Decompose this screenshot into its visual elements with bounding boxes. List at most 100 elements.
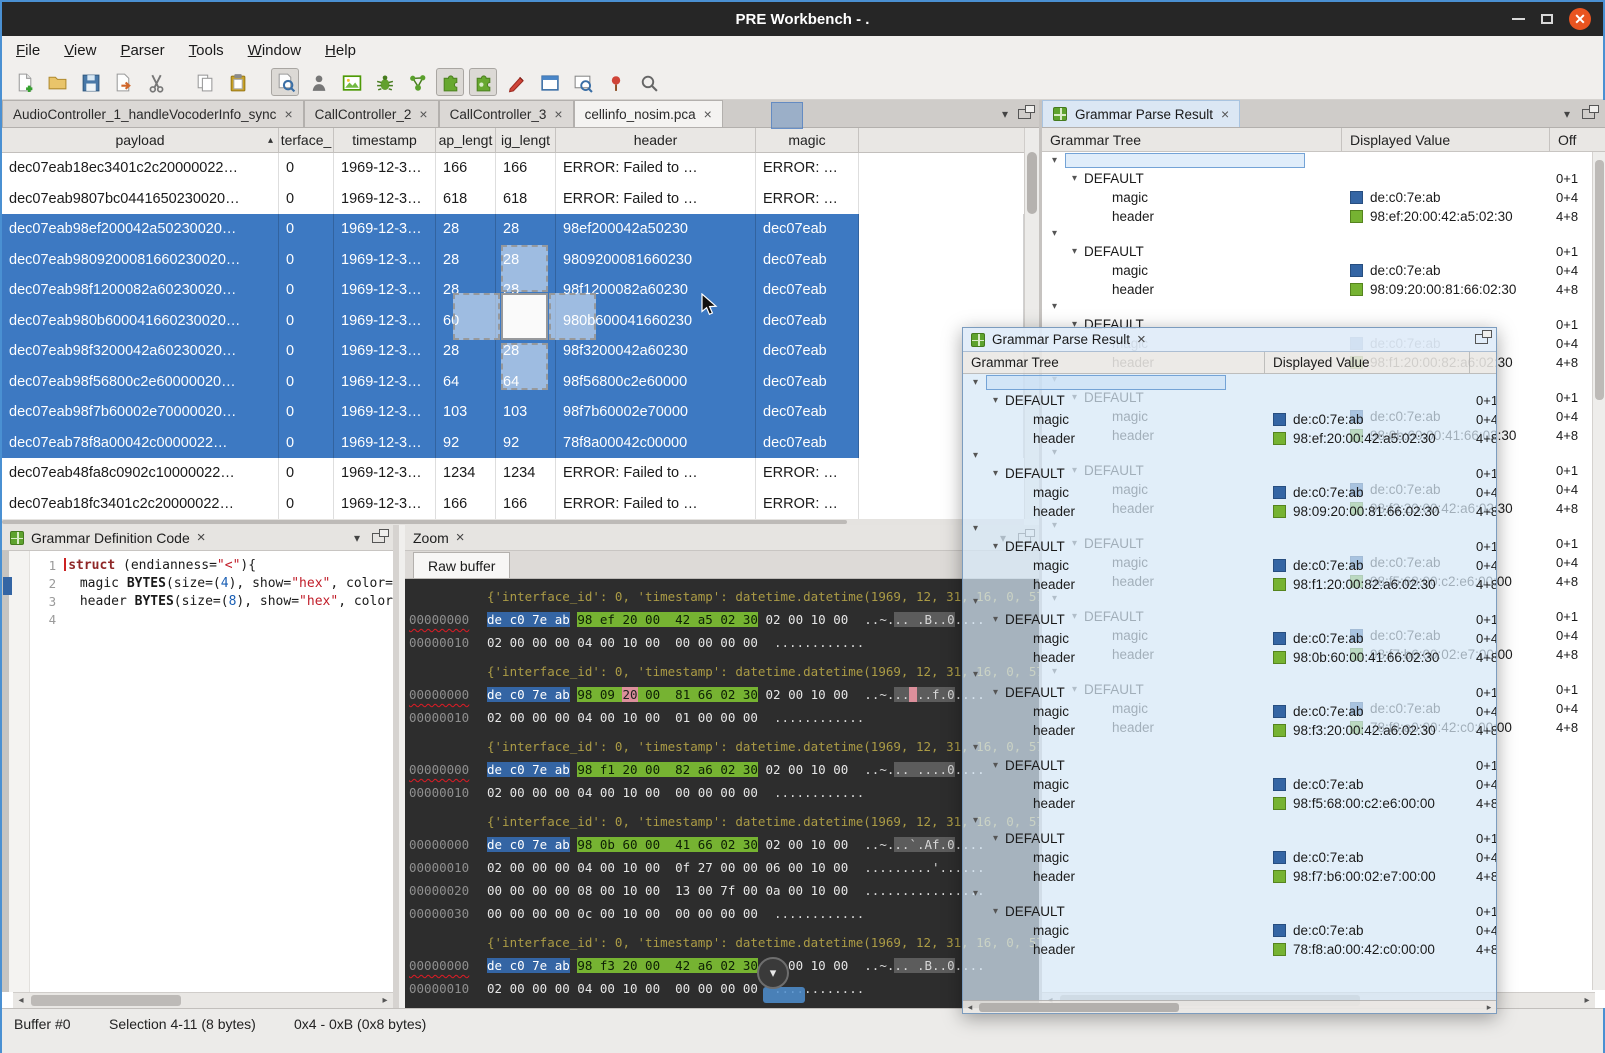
hex-line[interactable]: 00000000 de c0 7e ab 98 ef 20 00 42 a5 0… <box>409 608 1039 631</box>
column-header-interface[interactable]: terface_ <box>279 128 334 152</box>
column-header-header[interactable]: header <box>556 128 756 152</box>
float-panel-icon[interactable] <box>1582 109 1595 119</box>
grammar-puzzle-icon[interactable] <box>436 68 464 96</box>
packet-node-row[interactable]: ▾ <box>963 374 1496 391</box>
scroll-right-icon[interactable]: ▸ <box>1579 993 1595 1008</box>
column-header-orig-length[interactable]: ig_lengt <box>496 128 556 152</box>
scroll-left-icon[interactable]: ◂ <box>13 993 29 1008</box>
header-field-row[interactable]: header 98:f7:b6:00:02:e7:00:00 4+8 <box>963 867 1496 885</box>
chevron-down-icon[interactable]: ▾ <box>993 468 998 479</box>
save-icon[interactable] <box>76 68 104 96</box>
header-field-row[interactable]: header 98:ef:20:00:42:a5:02:30 4+8 <box>1042 207 1605 225</box>
packet-node-row[interactable]: ▾ <box>1042 152 1605 169</box>
titlebar[interactable]: PRE Workbench - . ✕ <box>2 2 1603 36</box>
hex-line[interactable]: 00000010 02 00 00 00 04 00 10 00 00 00 0… <box>409 631 1039 654</box>
packet-node-row[interactable]: ▾ <box>963 739 1496 756</box>
tab-close-icon[interactable]: × <box>419 106 427 122</box>
code-horizontal-scrollbar[interactable]: ◂ ▸ <box>13 992 393 1008</box>
scroll-left-icon[interactable]: ◂ <box>963 1001 977 1013</box>
dock-vertical-scrollbar[interactable] <box>1592 152 1605 990</box>
cut-icon[interactable] <box>142 68 170 96</box>
column-header-timestamp[interactable]: timestamp <box>334 128 436 152</box>
scroll-right-icon[interactable]: ▸ <box>377 993 393 1008</box>
chevron-down-icon[interactable]: ▾ <box>973 669 978 680</box>
float-panel-icon[interactable] <box>372 533 385 543</box>
packet-node-row[interactable]: ▾ <box>1042 225 1605 242</box>
magic-field-row[interactable]: magic de:c0:7e:ab 0+4 <box>963 848 1496 867</box>
document-tab[interactable]: cellinfo_nosim.pca × <box>574 100 723 127</box>
menu-item[interactable]: File <box>6 38 50 63</box>
default-node-row[interactable]: ▾DEFAULT 0+1 <box>963 902 1496 921</box>
column-header-offset[interactable] <box>1470 352 1496 373</box>
graph-icon[interactable] <box>403 68 431 96</box>
header-field-row[interactable]: header 98:09:20:00:81:66:02:30 4+8 <box>1042 280 1605 298</box>
document-tab[interactable]: AudioController_1_handleVocoderInfo_sync… <box>2 100 304 127</box>
column-header-displayed-value[interactable]: Displayed Value <box>1342 128 1550 151</box>
chevron-down-icon[interactable]: ▾ <box>993 760 998 771</box>
chevron-down-icon[interactable]: ▾ <box>1052 155 1057 166</box>
chevron-down-icon[interactable]: ▾ <box>1052 301 1057 312</box>
tab-close-icon[interactable]: × <box>1221 106 1229 122</box>
default-node-row[interactable]: ▾DEFAULT 0+1 <box>1042 169 1605 188</box>
hex-line[interactable]: 00000030 00 00 00 00 0c 00 10 00 00 00 0… <box>409 902 1039 925</box>
raw-buffer-tab[interactable]: Raw buffer <box>413 552 510 578</box>
default-node-row[interactable]: ▾DEFAULT 0+1 <box>963 610 1496 629</box>
magic-field-row[interactable]: magic de:c0:7e:ab 0+4 <box>963 629 1496 648</box>
float-panel-icon[interactable] <box>1475 334 1488 344</box>
inspect-icon[interactable] <box>568 68 596 96</box>
column-header-payload[interactable]: payload▴ <box>2 128 279 152</box>
chevron-down-icon[interactable]: ▾ <box>973 815 978 826</box>
code-overview-strip[interactable] <box>2 551 9 992</box>
panel-menu-chevron-icon[interactable]: ▾ <box>354 531 360 545</box>
header-field-row[interactable]: header 98:ef:20:00:42:a5:02:30 4+8 <box>963 429 1496 447</box>
header-field-row[interactable]: header 98:0b:60:00:41:66:02:30 4+8 <box>963 648 1496 666</box>
default-node-row[interactable]: ▾DEFAULT 0+1 <box>963 464 1496 483</box>
default-node-row[interactable]: ▾DEFAULT 0+1 <box>963 537 1496 556</box>
hex-line[interactable]: 00000010 02 00 00 00 04 00 10 00 00 00 0… <box>409 781 1039 804</box>
detach-panel-icon[interactable] <box>1018 109 1031 119</box>
chevron-down-icon[interactable]: ▾ <box>993 614 998 625</box>
dock-target-top[interactable] <box>501 245 548 292</box>
tab-list-chevron-icon[interactable]: ▾ <box>1002 107 1008 121</box>
export-icon[interactable] <box>109 68 137 96</box>
header-field-row[interactable]: header 78:f8:a0:00:42:c0:00:00 4+8 <box>963 940 1496 958</box>
grammar-parse-result-floating-window[interactable]: Grammar Parse Result × Grammar Tree Disp… <box>962 327 1497 1014</box>
menu-item[interactable]: Parser <box>110 38 174 63</box>
paste-icon[interactable] <box>223 68 251 96</box>
chevron-down-icon[interactable]: ▾ <box>973 742 978 753</box>
packet-node-row[interactable]: ▾ <box>963 812 1496 829</box>
scroll-down-indicator[interactable]: ▾ <box>757 957 789 989</box>
preview-icon[interactable] <box>271 68 299 96</box>
table-row[interactable]: dec07eab18fc3401c2c20000022… 0 1969-12-3… <box>2 489 1024 520</box>
magic-field-row[interactable]: magic de:c0:7e:ab 0+4 <box>963 410 1496 429</box>
magic-field-row[interactable]: magic de:c0:7e:ab 0+4 <box>963 702 1496 721</box>
hex-line[interactable]: 00000000 de c0 7e ab 98 0b 60 00 41 66 0… <box>409 833 1039 856</box>
new-file-icon[interactable] <box>10 68 38 96</box>
hex-line[interactable]: 00000000 de c0 7e ab 98 f3 20 00 42 a6 0… <box>409 954 1039 977</box>
packet-node-row[interactable]: ▾ <box>963 666 1496 683</box>
magic-field-row[interactable]: magic de:c0:7e:ab 0+4 <box>963 483 1496 502</box>
close-panel-icon[interactable]: × <box>197 529 206 546</box>
run-user-icon[interactable] <box>304 68 332 96</box>
tab-close-icon[interactable]: × <box>284 106 292 122</box>
dock-target-bottom[interactable] <box>501 343 548 390</box>
magic-field-row[interactable]: magic de:c0:7e:ab 0+4 <box>963 775 1496 794</box>
minimize-button[interactable] <box>1512 18 1525 20</box>
close-button[interactable]: ✕ <box>1569 8 1591 30</box>
image-icon[interactable] <box>337 68 365 96</box>
dock-target-left[interactable] <box>453 293 500 340</box>
marker-icon[interactable] <box>502 68 530 96</box>
default-node-row[interactable]: ▾DEFAULT 0+1 <box>963 683 1496 702</box>
menu-item[interactable]: Tools <box>179 38 234 63</box>
packet-node-row[interactable]: ▾ <box>963 593 1496 610</box>
hex-line[interactable]: 00000020 00 00 00 00 08 00 10 00 13 00 7… <box>409 879 1039 902</box>
dock-target-right[interactable] <box>549 293 596 340</box>
hex-line[interactable]: 00000000 de c0 7e ab 98 f1 20 00 82 a6 0… <box>409 758 1039 781</box>
hex-line[interactable]: 00000000 de c0 7e ab 98 09 20 00 81 66 0… <box>409 683 1039 706</box>
hex-line[interactable]: 00000010 02 00 00 00 04 00 10 00 00 00 0… <box>409 977 1039 1000</box>
code-editor[interactable]: 1 struct (endianness="<"){ 2 magic BYTES… <box>30 551 393 992</box>
table-row[interactable]: dec07eab9807bc0441650230020… 0 1969-12-3… <box>2 184 1024 215</box>
maximize-button[interactable] <box>1541 14 1553 24</box>
default-node-row[interactable]: ▾DEFAULT 0+1 <box>1042 242 1605 261</box>
menu-item[interactable]: Window <box>238 38 311 63</box>
